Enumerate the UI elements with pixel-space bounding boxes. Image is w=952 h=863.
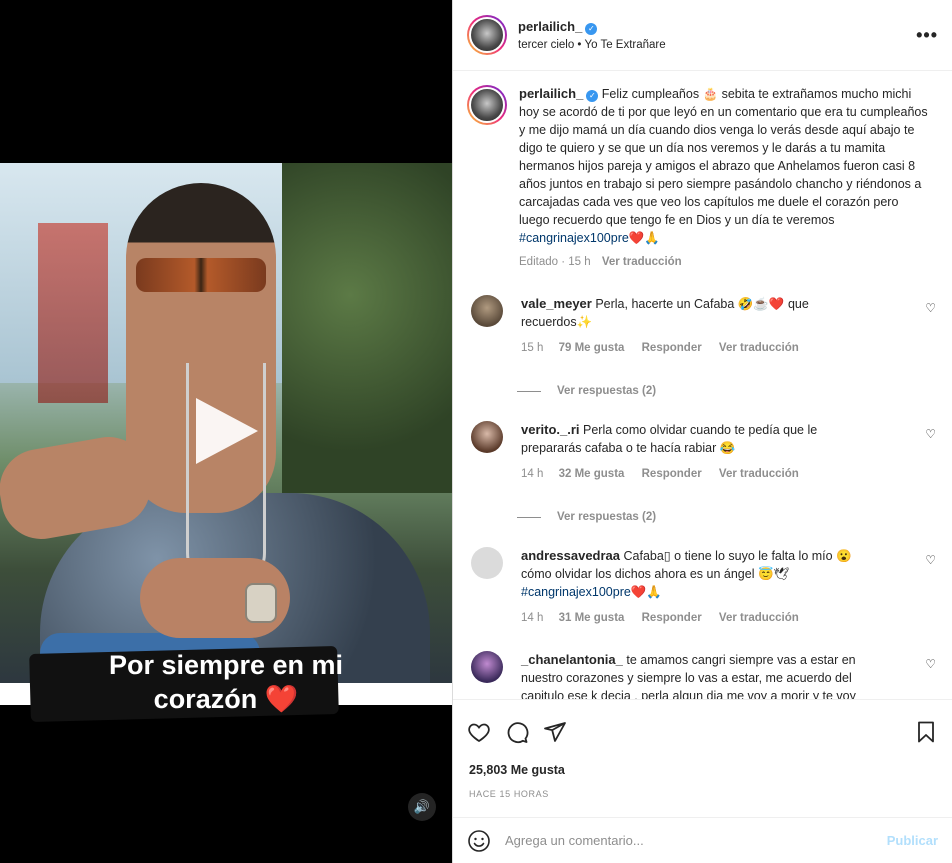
post-header: perlailich_ ✓ tercer cielo • Yo Te Extrañ… <box>453 0 952 71</box>
comment-avatar[interactable] <box>471 421 503 453</box>
comment-username[interactable]: andressavedraa <box>521 548 620 563</box>
caption-author-avatar[interactable] <box>467 85 507 125</box>
view-replies-label[interactable]: Ver respuestas (2) <box>557 511 656 523</box>
comment-translate-link[interactable]: Ver traducción <box>719 468 799 480</box>
video-overlay-text: Por siempre en mi corazón ❤️ <box>0 645 452 723</box>
comment-item: _chanelantonia_ te amamos cangri siempre… <box>467 651 936 699</box>
comment-like-heart-icon[interactable]: ♡ <box>925 553 936 567</box>
comment-like-heart-icon[interactable]: ♡ <box>925 301 936 315</box>
reply-button[interactable]: Responder <box>642 342 702 354</box>
comment-username[interactable]: vale_meyer <box>521 296 592 311</box>
comment-avatar[interactable] <box>471 547 503 579</box>
comment-likes[interactable]: 79 Me gusta <box>559 342 625 354</box>
overlay-line-2: corazón ❤️ <box>153 684 299 714</box>
post-time: HACE 15 HORAS <box>469 789 549 799</box>
view-replies[interactable]: Ver respuestas (2) <box>517 385 936 397</box>
overlay-line-1: Por siempre en mi <box>108 650 344 680</box>
comment-avatar[interactable] <box>471 295 503 327</box>
comment-avatar[interactable] <box>471 651 503 683</box>
comment-like-heart-icon[interactable]: ♡ <box>925 427 936 441</box>
post-actions-bar <box>453 699 952 763</box>
comment-hashtag[interactable]: #cangrinajex100pre <box>521 585 631 599</box>
comment-translate-link[interactable]: Ver traducción <box>719 342 799 354</box>
caption-translate-link[interactable]: Ver traducción <box>602 256 682 268</box>
caption-hashtag[interactable]: #cangrinajex100pre <box>519 231 629 245</box>
add-comment-bar: Agrega un comentario... Publicar <box>453 817 952 863</box>
view-replies[interactable]: Ver respuestas (2) <box>517 511 936 523</box>
comment-item: andressavedraa Cafaba▯ o tiene lo suyo l… <box>467 547 936 627</box>
author-username[interactable]: perlailich_ <box>518 19 582 34</box>
view-replies-label[interactable]: Ver respuestas (2) <box>557 385 656 397</box>
author-avatar[interactable] <box>467 15 507 55</box>
comment-age: 14 h <box>521 468 544 480</box>
comment-hashtag-emoji: ❤️🙏 <box>630 585 662 599</box>
sound-toggle-icon[interactable]: 🔊 <box>408 793 436 821</box>
reply-button[interactable]: Responder <box>642 468 702 480</box>
likes-count[interactable]: 25,803 Me gusta <box>453 763 952 777</box>
comment-like-heart-icon[interactable]: ♡ <box>925 657 936 671</box>
comment-icon[interactable] <box>505 720 529 744</box>
verified-badge-icon: ✓ <box>585 23 598 35</box>
verified-badge-icon: ✓ <box>586 90 599 102</box>
more-options-icon[interactable]: ••• <box>916 25 938 46</box>
comment-age: 14 h <box>521 612 544 624</box>
play-icon[interactable] <box>196 398 258 464</box>
caption-hashtag-emoji: ❤️🙏 <box>628 231 660 245</box>
comment-item: verito._.ri Perla como olvidar cuando te… <box>467 421 936 483</box>
comment-username[interactable]: _chanelantonia_ <box>521 652 623 667</box>
edited-label: Editado · 15 h <box>519 256 591 268</box>
share-icon[interactable] <box>543 720 567 744</box>
caption-username[interactable]: perlailich_ <box>519 86 583 101</box>
comment-likes[interactable]: 32 Me gusta <box>559 468 625 480</box>
comment-item: vale_meyer Perla, hacerte un Cafaba 🤣☕❤️… <box>467 295 936 357</box>
save-bookmark-icon[interactable] <box>914 720 938 744</box>
emoji-icon[interactable] <box>467 829 491 853</box>
post-media[interactable]: Por siempre en mi corazón ❤️ 🔊 <box>0 0 452 863</box>
comment-age: 15 h <box>521 342 544 354</box>
comment-username[interactable]: verito._.ri <box>521 422 580 437</box>
publish-button[interactable]: Publicar <box>887 833 938 848</box>
comment-translate-link[interactable]: Ver traducción <box>719 612 799 624</box>
like-heart-icon[interactable] <box>467 720 491 744</box>
post-details-panel: perlailich_ ✓ tercer cielo • Yo Te Extrañ… <box>452 0 952 863</box>
post-caption: perlailich_ ✓ Feliz cumpleaños 🎂 sebita t… <box>467 85 936 271</box>
audio-location-subtitle[interactable]: tercer cielo • Yo Te Extrañare <box>518 39 916 51</box>
comment-likes[interactable]: 31 Me gusta <box>559 612 625 624</box>
comment-input[interactable]: Agrega un comentario... <box>505 833 887 848</box>
reply-button[interactable]: Responder <box>642 612 702 624</box>
comments-section[interactable]: perlailich_ ✓ Feliz cumpleaños 🎂 sebita t… <box>453 71 952 699</box>
caption-text: Feliz cumpleaños 🎂 sebita te extrañamos … <box>519 87 928 227</box>
